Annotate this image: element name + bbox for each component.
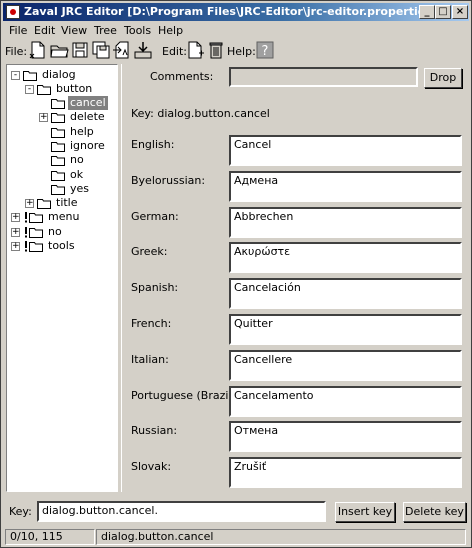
expand-icon[interactable]: + xyxy=(39,113,48,122)
translation-field[interactable]: Abbrechen xyxy=(229,206,462,238)
new-key-icon[interactable] xyxy=(185,40,205,60)
folder-icon xyxy=(37,198,51,209)
folder-icon xyxy=(51,170,65,181)
comments-field[interactable] xyxy=(229,67,418,87)
tree-node-label: button xyxy=(56,82,93,95)
editor-panel: Comments: Drop Key: dialog.button.cancel… xyxy=(121,64,468,492)
tree-node-label: delete xyxy=(70,110,105,123)
folder-icon xyxy=(23,70,37,81)
toolbar-file-label: File: xyxy=(5,45,28,58)
folder-icon xyxy=(29,212,43,223)
toolbar-edit-label: Edit: xyxy=(162,45,188,58)
status-position: 0/10, 115 xyxy=(5,529,95,545)
menu-help[interactable]: Help xyxy=(158,24,183,37)
translation-field[interactable]: Cancelación xyxy=(229,278,462,310)
expand-icon[interactable]: + xyxy=(25,199,34,208)
current-key-label: Key: dialog.button.cancel xyxy=(131,107,270,120)
translation-field[interactable]: Cancel xyxy=(229,135,462,166)
tree-node-label: title xyxy=(56,196,78,209)
folder-icon xyxy=(29,227,43,238)
delete-trash-icon[interactable] xyxy=(206,40,226,60)
translation-field[interactable]: Cancelamento xyxy=(229,385,462,417)
drop-button[interactable]: Drop xyxy=(424,68,462,88)
folder-icon xyxy=(51,127,65,138)
menu-tree[interactable]: Tree xyxy=(94,24,117,37)
menu-edit[interactable]: Edit xyxy=(34,24,55,37)
tree-node-label: yes xyxy=(70,182,90,195)
help-icon[interactable]: ? xyxy=(255,40,275,60)
menu-view[interactable]: View xyxy=(61,24,87,37)
save-as-icon[interactable] xyxy=(91,40,111,60)
toolbar: File: Edit: Help: ? xyxy=(3,39,469,63)
folder-icon xyxy=(51,112,65,123)
collapse-icon[interactable]: - xyxy=(25,85,34,94)
translation-field[interactable]: Отмена xyxy=(229,421,462,453)
language-label: Byelorussian: xyxy=(131,173,206,187)
language-label: Spanish: xyxy=(131,281,179,295)
language-label: German: xyxy=(131,209,179,223)
tree-node-label: help xyxy=(70,125,94,138)
key-bar: Key: dialog.button.cancel. Insert key De… xyxy=(3,498,469,526)
close-button[interactable]: × xyxy=(452,5,468,19)
language-label: Greek: xyxy=(131,245,168,259)
menu-bar: File Edit View Tree Tools Help xyxy=(3,22,469,40)
key-input[interactable]: dialog.button.cancel. xyxy=(37,501,326,522)
svg-text:?: ? xyxy=(262,44,269,59)
folder-icon xyxy=(37,84,51,95)
menu-file[interactable]: File xyxy=(9,24,27,37)
folder-icon xyxy=(51,98,65,109)
language-label: French: xyxy=(131,317,172,330)
tree-node-label: dialog xyxy=(42,68,76,81)
open-folder-icon[interactable] xyxy=(49,40,69,60)
translation-field[interactable]: Ακυρώστε xyxy=(229,242,462,274)
save-icon[interactable] xyxy=(70,40,90,60)
comments-label: Comments: xyxy=(150,70,214,83)
app-icon xyxy=(6,5,20,19)
tree-node-label: menu xyxy=(48,210,80,223)
status-bar: 0/10, 115 dialog.button.cancel xyxy=(3,529,469,545)
new-file-icon[interactable] xyxy=(28,40,48,60)
folder-icon xyxy=(51,184,65,195)
collapse-icon[interactable]: - xyxy=(11,71,20,80)
insert-key-button[interactable]: Insert key xyxy=(335,502,395,522)
tree-node-label: ok xyxy=(70,168,84,181)
menu-tools[interactable]: Tools xyxy=(124,24,151,37)
folder-icon xyxy=(51,155,65,166)
folder-icon xyxy=(51,141,65,152)
status-key: dialog.button.cancel xyxy=(96,529,466,545)
language-label: Portuguese (Brazil): xyxy=(131,388,240,402)
tree-node-label: tools xyxy=(48,239,75,252)
key-tree[interactable]: - dialog - button cancel + delete help ignore no o… xyxy=(6,64,118,492)
tree-node-label: no xyxy=(48,225,62,238)
tree-node-label: ignore xyxy=(70,139,105,152)
expand-icon[interactable]: + xyxy=(11,228,20,237)
delete-key-button[interactable]: Delete key xyxy=(403,502,466,522)
translation-field[interactable]: Zrušiť xyxy=(229,457,462,489)
tree-node-label: no xyxy=(70,153,84,166)
tree-node-label: cancel xyxy=(68,96,108,110)
app-window: Zaval JRC Editor [D:\Program Files\JRC-E… xyxy=(0,0,472,548)
expand-icon[interactable]: + xyxy=(11,213,20,222)
folder-icon xyxy=(29,241,43,252)
window-title: Zaval JRC Editor [D:\Program Files\JRC-E… xyxy=(24,5,437,18)
translation-field[interactable]: Quitter xyxy=(229,314,462,345)
import-icon[interactable] xyxy=(133,40,153,60)
expand-icon[interactable]: + xyxy=(11,242,20,251)
language-label: Russian: xyxy=(131,424,178,438)
toolbar-help-label: Help: xyxy=(227,45,256,58)
translation-field[interactable]: Cancellere xyxy=(229,349,462,381)
translation-field[interactable]: Адмена xyxy=(229,170,462,202)
maximize-button[interactable]: □ xyxy=(435,5,451,19)
key-input-label: Key: xyxy=(9,505,32,518)
language-label: Slovak: xyxy=(131,460,172,474)
export-icon[interactable] xyxy=(112,40,132,60)
minimize-button[interactable]: _ xyxy=(419,5,435,19)
title-bar[interactable]: Zaval JRC Editor [D:\Program Files\JRC-E… xyxy=(3,3,469,21)
language-label: English: xyxy=(131,138,175,151)
language-label: Italian: xyxy=(131,352,169,366)
